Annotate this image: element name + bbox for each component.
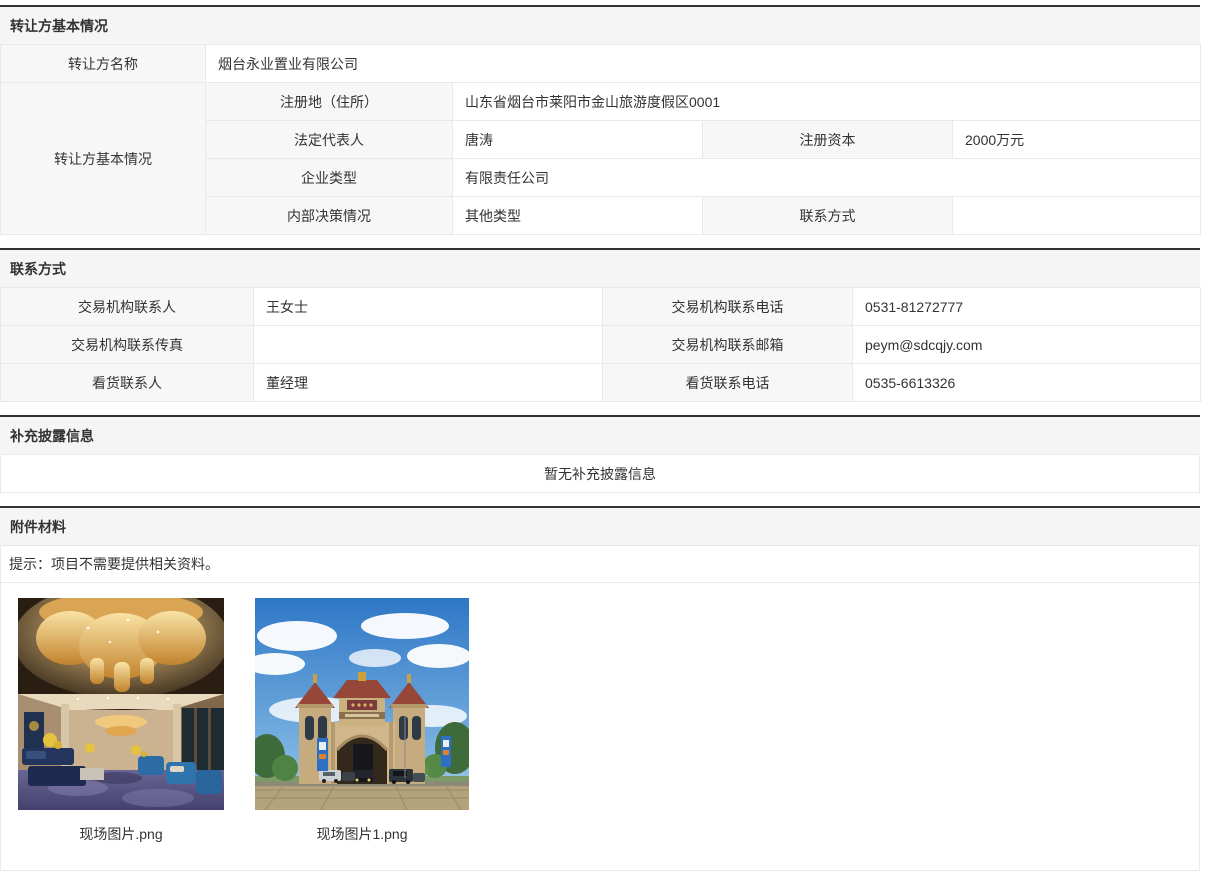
legal-rep-value: 唐涛: [453, 121, 703, 159]
contact-table: 交易机构联系人 王女士 交易机构联系电话 0531-81272777 交易机构联…: [0, 287, 1201, 402]
agency-fax-value: [254, 326, 603, 364]
agency-fax-label: 交易机构联系传真: [1, 326, 254, 364]
section-supplement-disclosure: 补充披露信息 暂无补充披露信息: [0, 415, 1200, 493]
site-photo-lobby-thumbnail[interactable]: [18, 598, 224, 810]
viewing-phone-value: 0535-6613326: [853, 364, 1201, 402]
agency-contact-value: 王女士: [254, 288, 603, 326]
agency-phone-value: 0531-81272777: [853, 288, 1201, 326]
attachment-item: 现场图片.png: [18, 598, 224, 844]
decision-label: 内部决策情况: [206, 197, 453, 235]
agency-email-label: 交易机构联系邮箱: [603, 326, 853, 364]
supplement-empty-message: 暂无补充披露信息: [0, 454, 1200, 493]
table-row: 转让方基本情况 注册地（住所） 山东省烟台市莱阳市金山旅游度假区0001: [1, 83, 1201, 121]
site-photo-gate-thumbnail[interactable]: [255, 598, 469, 810]
company-type-value: 有限责任公司: [453, 159, 1201, 197]
table-row: 看货联系人 董经理 看货联系电话 0535-6613326: [1, 364, 1201, 402]
transferor-name-label: 转让方名称: [1, 45, 206, 83]
transferor-table: 转让方名称 烟台永业置业有限公司 转让方基本情况 注册地（住所） 山东省烟台市莱…: [0, 44, 1201, 235]
attachments-body: 提示：项目不需要提供相关资料。: [0, 545, 1200, 871]
section-attachments: 附件材料 提示：项目不需要提供相关资料。: [0, 506, 1200, 871]
attachment-caption: 现场图片.png: [79, 824, 162, 844]
agency-phone-label: 交易机构联系电话: [603, 288, 853, 326]
company-type-label: 企业类型: [206, 159, 453, 197]
reg-addr-value: 山东省烟台市莱阳市金山旅游度假区0001: [453, 83, 1201, 121]
section-title-supplement: 补充披露信息: [0, 417, 1200, 454]
attachment-list: 现场图片.png: [1, 583, 1199, 870]
section-title-attachments: 附件材料: [0, 508, 1200, 545]
section-contact-info: 联系方式 交易机构联系人 王女士 交易机构联系电话 0531-81272777 …: [0, 248, 1200, 402]
agency-email-value: peym@sdcqjy.com: [853, 326, 1201, 364]
viewing-contact-label: 看货联系人: [1, 364, 254, 402]
table-row: 转让方名称 烟台永业置业有限公司: [1, 45, 1201, 83]
section-title-contact: 联系方式: [0, 250, 1200, 287]
agency-contact-label: 交易机构联系人: [1, 288, 254, 326]
viewing-phone-label: 看货联系电话: [603, 364, 853, 402]
reg-capital-label: 注册资本: [703, 121, 953, 159]
transferor-name-value: 烟台永业置业有限公司: [206, 45, 1201, 83]
attachment-item: 现场图片1.png: [255, 598, 469, 844]
section-transferor-info: 转让方基本情况 转让方名称 烟台永业置业有限公司 转让方基本情况 注册地（住所）…: [0, 5, 1200, 235]
reg-capital-value: 2000万元: [953, 121, 1201, 159]
attachment-caption: 现场图片1.png: [316, 824, 407, 844]
contact-method-label: 联系方式: [703, 197, 953, 235]
legal-rep-label: 法定代表人: [206, 121, 453, 159]
reg-addr-label: 注册地（住所）: [206, 83, 453, 121]
table-row: 交易机构联系人 王女士 交易机构联系电话 0531-81272777: [1, 288, 1201, 326]
contact-method-value: [953, 197, 1201, 235]
table-row: 交易机构联系传真 交易机构联系邮箱 peym@sdcqjy.com: [1, 326, 1201, 364]
transferor-group-label: 转让方基本情况: [1, 83, 206, 235]
section-title-transferor: 转让方基本情况: [0, 7, 1200, 44]
decision-value: 其他类型: [453, 197, 703, 235]
viewing-contact-value: 董经理: [254, 364, 603, 402]
attachments-tip: 提示：项目不需要提供相关资料。: [1, 546, 1199, 583]
